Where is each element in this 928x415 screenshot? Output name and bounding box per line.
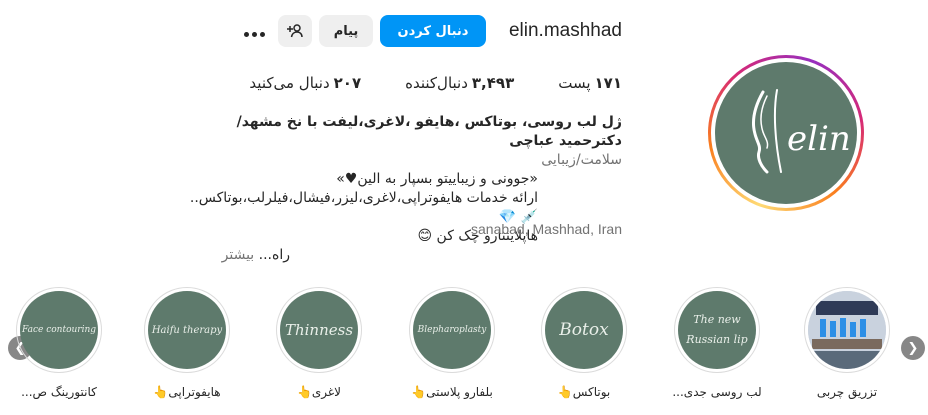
bio-name: ژل لب روسی، بوتاکس ،هایفو ،لاغری،لیفت با… xyxy=(236,114,622,149)
followers-count: ۳,۴۹۳ xyxy=(471,74,515,92)
highlight-cover: Thinness xyxy=(280,291,358,369)
highlight-label: لب روسی جدی... xyxy=(672,385,762,399)
add-person-icon xyxy=(287,24,303,38)
followers-label: دنبال‌کننده xyxy=(405,74,468,92)
bio-more-link[interactable]: بیشتر xyxy=(222,247,255,263)
highlight-item[interactable]: The new Russian lip لب روسی جدی... xyxy=(672,287,762,399)
message-button[interactable]: پیام xyxy=(319,15,373,47)
avatar: elin xyxy=(715,62,857,204)
highlight-label: بلفارو پلاستی👆 xyxy=(411,385,493,399)
more-options-button[interactable] xyxy=(238,15,270,47)
more-options-icon xyxy=(242,22,266,41)
bio-category: سلامت/زیبایی xyxy=(541,152,622,168)
highlight-cover: Blepharoplasty xyxy=(413,291,491,369)
suggested-accounts-button[interactable] xyxy=(278,15,312,47)
bio-line-1: «جوونی و زیباییتو بسپار به الین♥» xyxy=(336,171,538,187)
profile-avatar-ring[interactable]: elin xyxy=(708,55,864,211)
svg-text:elin: elin xyxy=(787,119,851,159)
bio-line-4-wrap: راه... بیشتر xyxy=(182,246,290,265)
highlight-ring: Haifu therapy xyxy=(144,287,230,373)
highlight-ring: Blepharoplasty xyxy=(409,287,495,373)
bio-line-4: راه... xyxy=(254,247,290,263)
highlight-label: هایفوتراپی👆 xyxy=(153,385,221,399)
highlight-item[interactable]: Blepharoplasty بلفارو پلاستی👆 xyxy=(407,287,497,399)
profile-bio: ژل لب روسی، بوتاکس ،هایفو ،لاغری،لیفت با… xyxy=(182,113,622,265)
highlight-ring xyxy=(804,287,890,373)
following-stat[interactable]: ۲۰۷ دنبال می‌کنید xyxy=(249,74,361,92)
highlight-label: کانتورینگ ص... xyxy=(21,385,97,399)
highlight-ring: Botox xyxy=(541,287,627,373)
clinic-photo-icon xyxy=(808,291,886,369)
followers-stat[interactable]: ۳,۴۹۳ دنبال‌کننده xyxy=(405,74,514,92)
highlight-item[interactable]: Face contouring کانتورینگ ص... xyxy=(14,287,104,399)
following-label: دنبال می‌کنید xyxy=(249,74,330,92)
posts-stat: ۱۷۱ پست xyxy=(558,74,622,92)
highlight-cover: The new Russian lip xyxy=(678,291,756,369)
highlight-label: بوتاکس👆 xyxy=(557,385,611,399)
username: elin.mashhad xyxy=(508,20,622,41)
highlight-item[interactable]: Thinness لاغری👆 xyxy=(274,287,364,399)
highlight-cover: Haifu therapy xyxy=(148,291,226,369)
posts-label: پست xyxy=(558,74,591,92)
profile-stats: ۱۷۱ پست ۳,۴۹۳ دنبال‌کننده ۲۰۷ دنبال می‌ک… xyxy=(249,74,622,92)
highlight-ring: The new Russian lip xyxy=(674,287,760,373)
highlight-label: لاغری👆 xyxy=(296,385,342,399)
highlight-cover-photo xyxy=(808,291,886,369)
chevron-right-icon: ❯ xyxy=(907,340,919,356)
highlight-ring: Face contouring xyxy=(16,287,102,373)
follow-button[interactable]: دنبال کردن xyxy=(380,15,486,47)
highlight-item[interactable]: Haifu therapy هایفوتراپی👆 xyxy=(142,287,232,399)
following-count: ۲۰۷ xyxy=(333,74,362,92)
bio-text: «جوونی و زیباییتو بسپار به الین♥» ارائه … xyxy=(182,170,538,265)
elin-logo: elin xyxy=(751,89,851,174)
highlight-item[interactable]: تزریق چربی xyxy=(802,287,892,399)
posts-count: ۱۷۱ xyxy=(594,74,622,92)
scroll-right-button[interactable]: ❯ xyxy=(901,336,925,360)
highlight-cover: Face contouring xyxy=(20,291,98,369)
bio-location[interactable]: sanabad, Mashhad, Iran xyxy=(471,221,622,237)
highlight-item[interactable]: Botox بوتاکس👆 xyxy=(539,287,629,399)
highlight-ring: Thinness xyxy=(276,287,362,373)
avatar-gap: elin xyxy=(711,58,861,208)
highlight-label: تزریق چربی xyxy=(816,385,878,399)
highlight-cover: Botox xyxy=(545,291,623,369)
